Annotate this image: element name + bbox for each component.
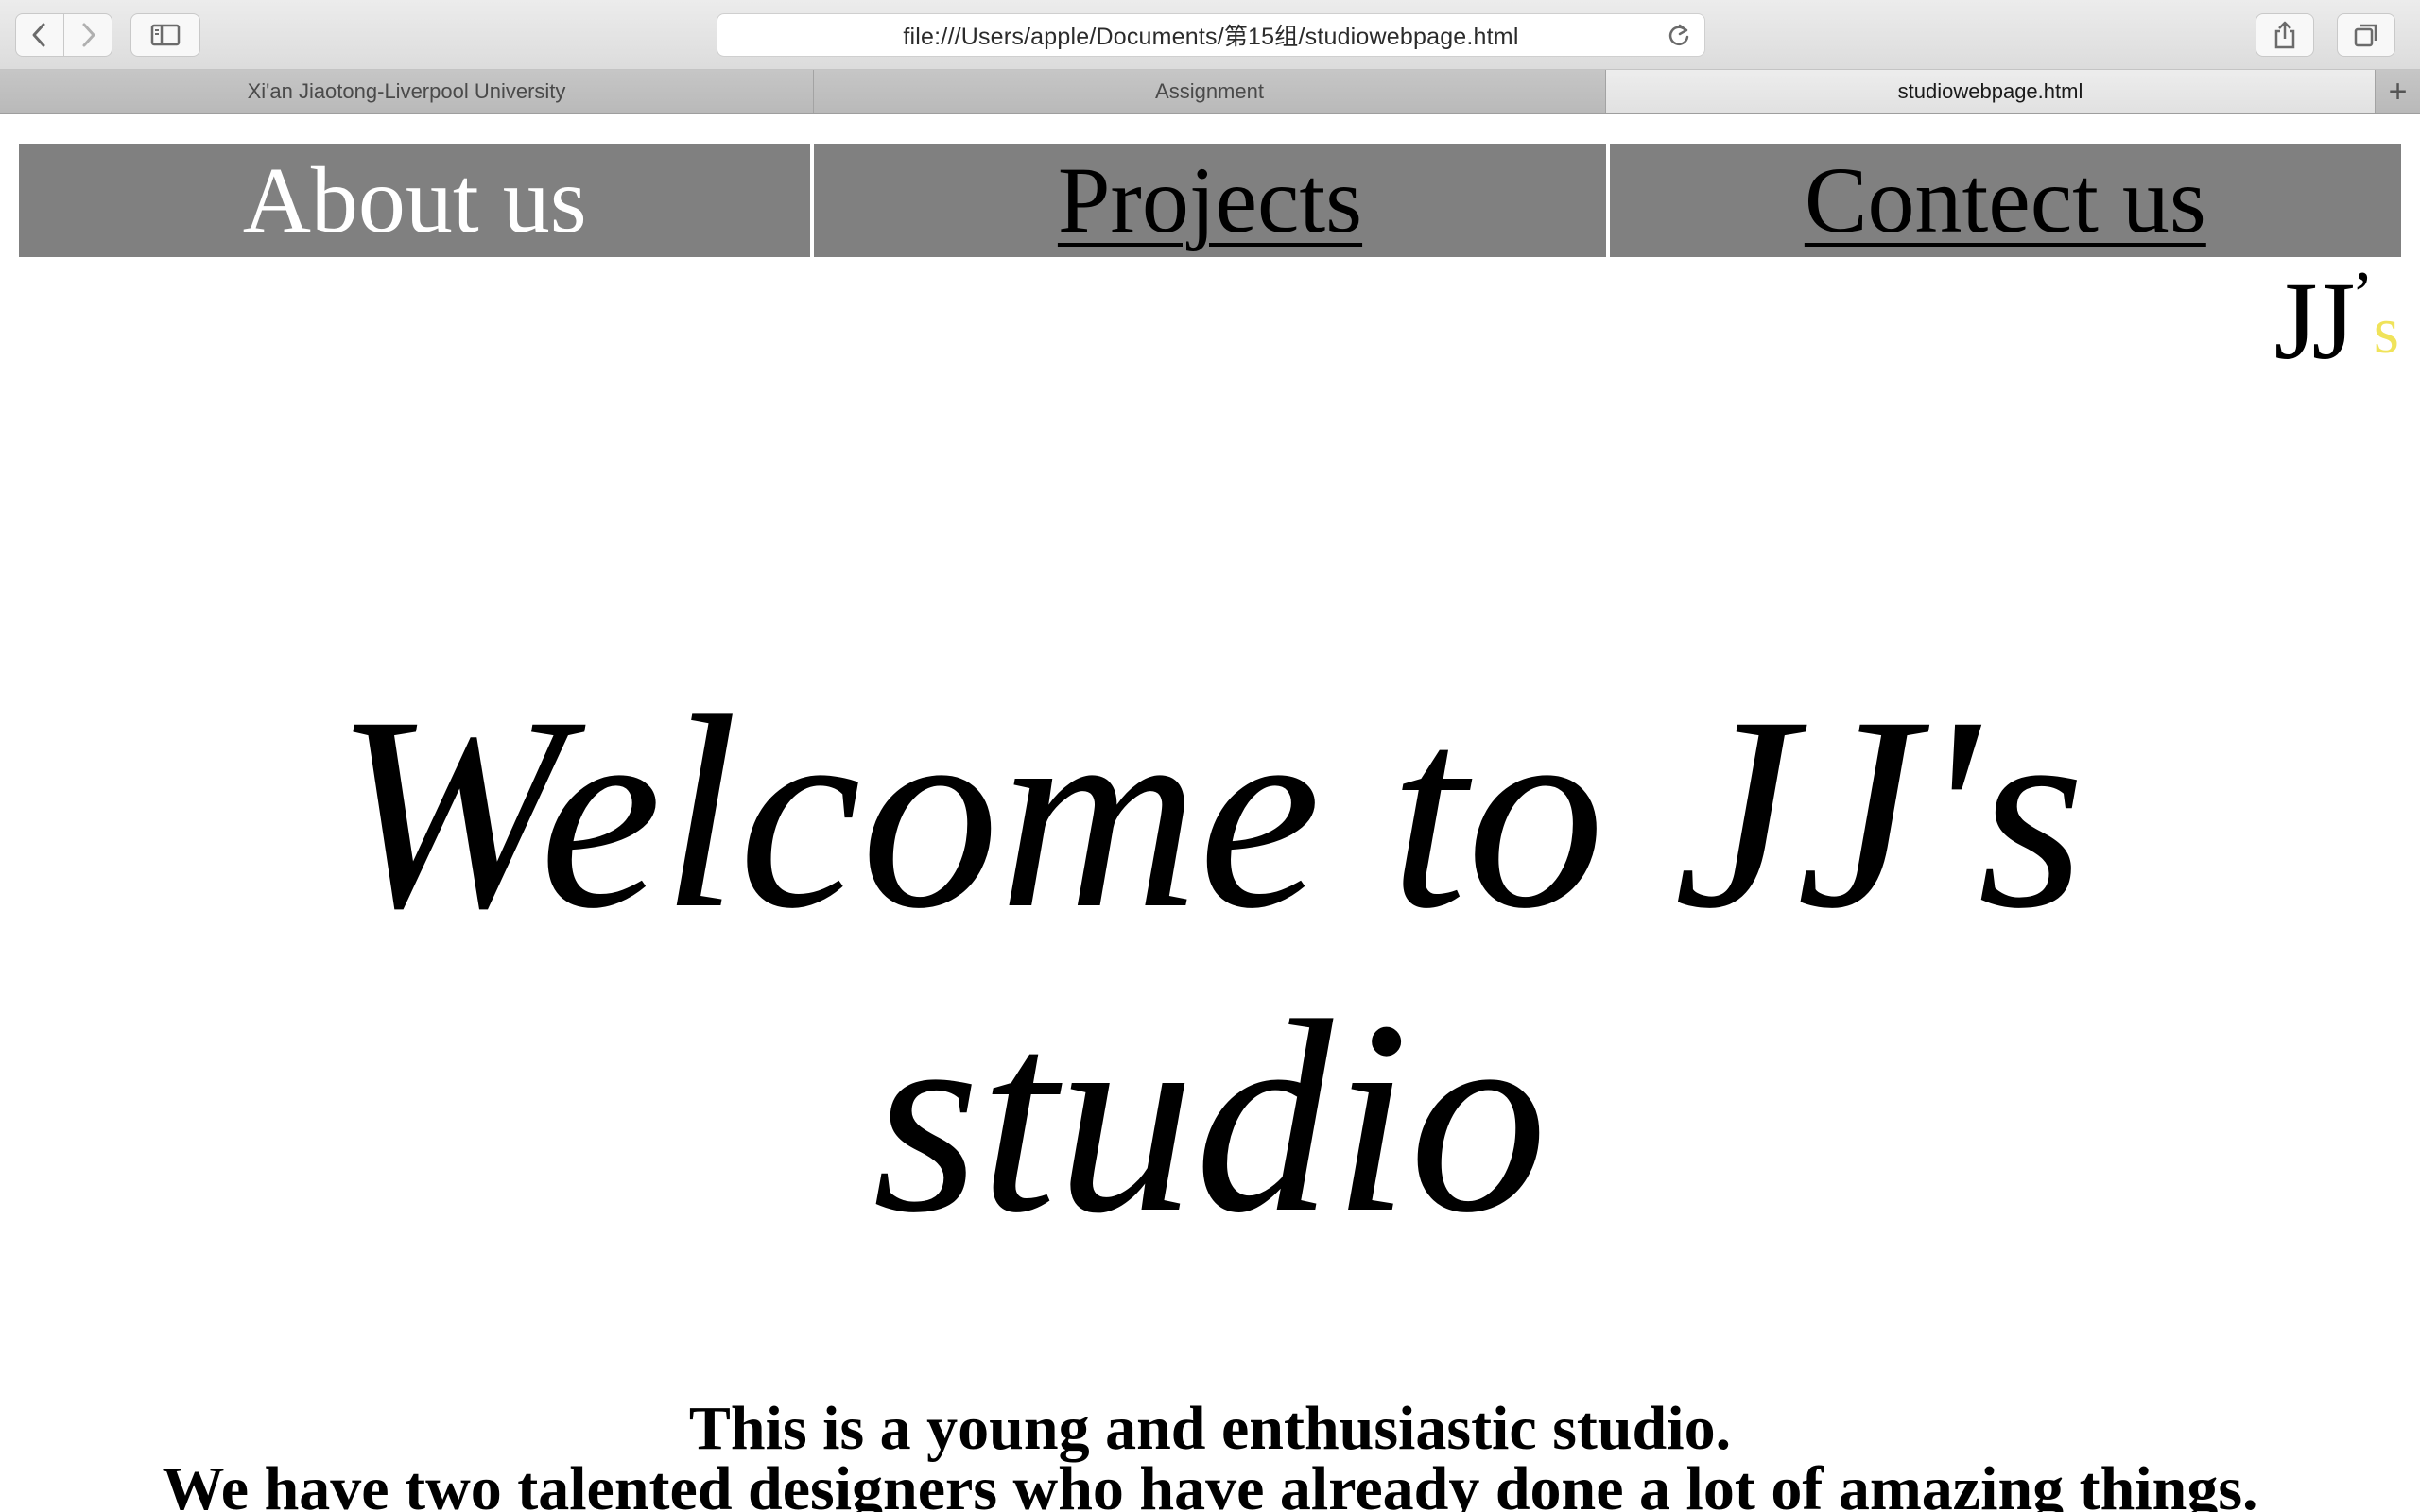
tab-assignment[interactable]: Assignment — [814, 70, 1606, 113]
reload-icon[interactable] — [1667, 23, 1691, 49]
intro-text: This is a young and enthusiastic studio.… — [0, 1394, 2420, 1512]
hero-line-2: studio — [873, 965, 1547, 1270]
share-button[interactable] — [2256, 13, 2314, 57]
address-bar[interactable]: file:///Users/apple/Documents/第15组/studi… — [717, 13, 1705, 57]
nav-contact-us[interactable]: Contect us — [1609, 144, 2401, 257]
nav-projects[interactable]: Projects — [814, 144, 1606, 257]
logo-suffix: s — [2373, 295, 2399, 368]
site-nav: About us Projects Contect us — [19, 144, 2401, 257]
tab-studiowebpage[interactable]: studiowebpage.html — [1606, 70, 2376, 113]
sidebar-toggle-button[interactable] — [130, 13, 200, 57]
browser-toolbar: file:///Users/apple/Documents/第15组/studi… — [0, 0, 2420, 70]
tab-xjtlu[interactable]: Xi'an Jiaotong-Liverpool University — [0, 70, 814, 113]
logo-apostrophe: ’ — [2351, 259, 2374, 332]
chevron-left-icon — [32, 23, 45, 47]
tabs-overview-button[interactable] — [2337, 13, 2395, 57]
back-button[interactable] — [15, 13, 64, 57]
logo-main-text: JJ — [2273, 259, 2356, 383]
intro-line-1: This is a young and enthusiastic studio. — [688, 1394, 1732, 1463]
tabs-overview-icon — [2354, 24, 2377, 47]
hero-line-1: Welcome to JJ's — [335, 661, 2085, 966]
tab-bar: Xi'an Jiaotong-Liverpool University Assi… — [0, 70, 2420, 114]
sidebar-icon — [150, 24, 181, 46]
intro-line-2: We have two talented designers who have … — [162, 1454, 2258, 1512]
address-bar-url[interactable]: file:///Users/apple/Documents/第15组/studi… — [717, 14, 1704, 56]
chevron-right-icon — [82, 23, 95, 47]
hero-heading: Welcome to JJ's studio — [0, 662, 2420, 1270]
studio-logo: JJ’s — [2274, 263, 2399, 377]
share-icon — [2274, 21, 2295, 49]
forward-button[interactable] — [63, 13, 112, 57]
nav-about-us[interactable]: About us — [19, 144, 811, 257]
new-tab-button[interactable]: + — [2376, 70, 2420, 113]
